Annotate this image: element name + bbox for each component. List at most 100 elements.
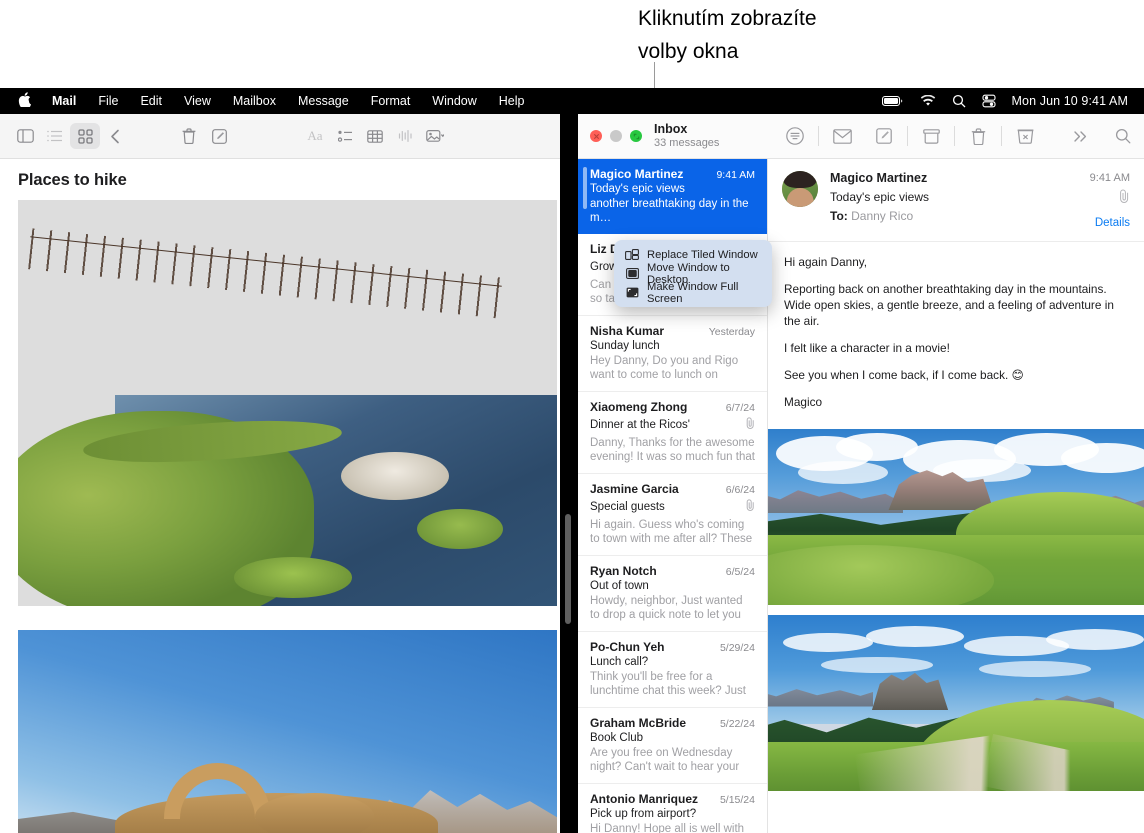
search-icon[interactable]: [1102, 121, 1144, 151]
message-body: Hi again Danny, Reporting back on anothe…: [768, 242, 1144, 429]
message-date: 5/15/24: [720, 794, 755, 806]
list-view-icon[interactable]: [40, 123, 70, 149]
details-link[interactable]: Details: [1090, 216, 1130, 231]
close-button[interactable]: [590, 130, 602, 142]
get-mail-icon[interactable]: [821, 121, 863, 151]
message-sender: Magico Martinez: [590, 167, 710, 181]
message-sender: Po-Chun Yeh: [590, 640, 714, 654]
alpine-trail-photo[interactable]: [768, 615, 1144, 791]
message-subject: Out of town: [590, 580, 755, 592]
notes-toolbar: Aa: [0, 114, 560, 159]
table-icon[interactable]: [360, 123, 390, 149]
window-resize-handle[interactable]: [565, 514, 571, 624]
delete-icon[interactable]: [174, 123, 204, 149]
list-item[interactable]: Ryan Notch 6/5/24 Out of town Howdy, nei…: [578, 556, 767, 632]
menu-item-mailbox[interactable]: Mailbox: [222, 94, 287, 108]
menu-item-help[interactable]: Help: [488, 94, 536, 108]
menu-item-message[interactable]: Message: [287, 94, 360, 108]
list-item[interactable]: Nisha Kumar Yesterday Sunday lunch Hey D…: [578, 316, 767, 392]
callout-text: Kliknutím zobrazíte volby okna: [638, 2, 958, 68]
message-count: 33 messages: [654, 137, 719, 150]
wifi-icon[interactable]: [920, 95, 936, 107]
move-window-to-desktop-icon: [624, 267, 640, 281]
menu-bar-status: Mon Jun 10 9:41 AM: [882, 94, 1144, 108]
traffic-lights: [590, 130, 642, 142]
compose-icon[interactable]: [204, 123, 234, 149]
message-preview: Are you free on Wednesday night? Can't w…: [590, 746, 755, 774]
message-sender: Ryan Notch: [590, 564, 720, 578]
list-item[interactable]: Antonio Manriquez 5/15/24 Pick up from a…: [578, 784, 767, 833]
list-item[interactable]: Po-Chun Yeh 5/29/24 Lunch call? Think yo…: [578, 632, 767, 708]
note-title: Places to hike: [0, 159, 560, 200]
message-paragraph: Reporting back on another breathtaking d…: [784, 281, 1128, 329]
message-date: 9:41 AM: [716, 169, 755, 181]
media-icon[interactable]: [420, 123, 450, 149]
list-item[interactable]: Magico Martinez 9:41 AM Today's epic vie…: [578, 159, 767, 234]
mailbox-title: Inbox: [654, 122, 719, 136]
menu-item-edit[interactable]: Edit: [129, 94, 173, 108]
attachment-icon: [746, 416, 755, 434]
message-preview: Hey Danny, Do you and Rigo want to come …: [590, 354, 755, 382]
format-text-icon[interactable]: Aa: [300, 123, 330, 149]
hot-creek-river-photo[interactable]: [18, 200, 557, 606]
message-preview: Think you'll be free for a lunchtime cha…: [590, 670, 755, 698]
message-paragraph: Hi again Danny,: [784, 254, 1128, 270]
zoom-button[interactable]: [630, 130, 642, 142]
menu-item-make-window-full-screen[interactable]: Make Window Full Screen: [614, 283, 772, 302]
message-subject: Sunday lunch: [590, 340, 755, 352]
message-preview: Danny, Thanks for the awesome evening! I…: [590, 436, 755, 464]
audio-icon[interactable]: [390, 123, 420, 149]
message-paragraph: See you when I come back, if I come back…: [784, 367, 1128, 383]
list-item[interactable]: Graham McBride 5/22/24 Book Club Are you…: [578, 708, 767, 784]
menu-item-format[interactable]: Format: [360, 94, 422, 108]
delete-icon[interactable]: [957, 121, 999, 151]
sidebar-toggle-icon[interactable]: [10, 123, 40, 149]
message-preview: Hi Danny! Hope all is well with you. I'm…: [590, 822, 755, 833]
junk-icon[interactable]: [1004, 121, 1046, 151]
message-sender: Jasmine Garcia: [590, 482, 720, 496]
back-icon[interactable]: [100, 123, 130, 149]
message-recipient: To: Danny Rico: [830, 209, 1090, 224]
menu-item-view[interactable]: View: [173, 94, 222, 108]
checklist-icon[interactable]: [330, 123, 360, 149]
message-paragraph: I felt like a character in a movie!: [784, 340, 1128, 356]
message-sender: Antonio Manriquez: [590, 792, 714, 806]
window-options-menu[interactable]: Replace Tiled Window Move Window to Desk…: [614, 240, 772, 307]
menu-bar-items: Mail File Edit View Mailbox Message Form…: [0, 92, 535, 111]
gallery-view-icon[interactable]: [70, 123, 100, 149]
message-subject: Special guests: [590, 501, 742, 513]
notes-content: Places to hike: [0, 159, 560, 833]
message-sender: Nisha Kumar: [590, 324, 703, 338]
menu-item-mail[interactable]: Mail: [41, 94, 87, 108]
message-paragraph: Magico: [784, 394, 1128, 410]
attachment-icon[interactable]: [1090, 189, 1130, 210]
callout-line-1: Kliknutím zobrazíte: [638, 2, 958, 35]
archive-icon[interactable]: [910, 121, 952, 151]
filter-icon[interactable]: [774, 121, 816, 151]
list-item[interactable]: Jasmine Garcia 6/6/24 Special guests Hi …: [578, 474, 767, 556]
menu-bar-clock[interactable]: Mon Jun 10 9:41 AM: [1012, 94, 1128, 108]
battery-icon[interactable]: [882, 95, 904, 107]
message-subject: Book Club: [590, 732, 755, 744]
more-toolbar-icon[interactable]: [1060, 121, 1102, 151]
menu-item-file[interactable]: File: [87, 94, 129, 108]
to-label: To:: [830, 209, 848, 223]
control-center-icon[interactable]: [982, 94, 996, 108]
apple-logo-icon[interactable]: [18, 92, 41, 111]
menu-item-label: Replace Tiled Window: [647, 249, 758, 261]
dolomites-meadow-photo[interactable]: [768, 429, 1144, 605]
search-icon[interactable]: [952, 94, 966, 108]
window-divider: [560, 114, 578, 833]
compose-icon[interactable]: [863, 121, 905, 151]
attachment-icon: [746, 498, 755, 516]
message-sender: Magico Martinez: [830, 171, 1090, 187]
message-sender: Xiaomeng Zhong: [590, 400, 720, 414]
message-date: 5/29/24: [720, 642, 755, 654]
message-subject: Lunch call?: [590, 656, 755, 668]
message-preview: Howdy, neighbor, Just wanted to drop a q…: [590, 594, 755, 622]
list-item[interactable]: Xiaomeng Zhong 6/7/24 Dinner at the Rico…: [578, 392, 767, 474]
rock-arch-photo[interactable]: [18, 630, 557, 833]
menu-item-window[interactable]: Window: [421, 94, 487, 108]
minimize-button[interactable]: [610, 130, 622, 142]
avatar[interactable]: [782, 171, 818, 207]
